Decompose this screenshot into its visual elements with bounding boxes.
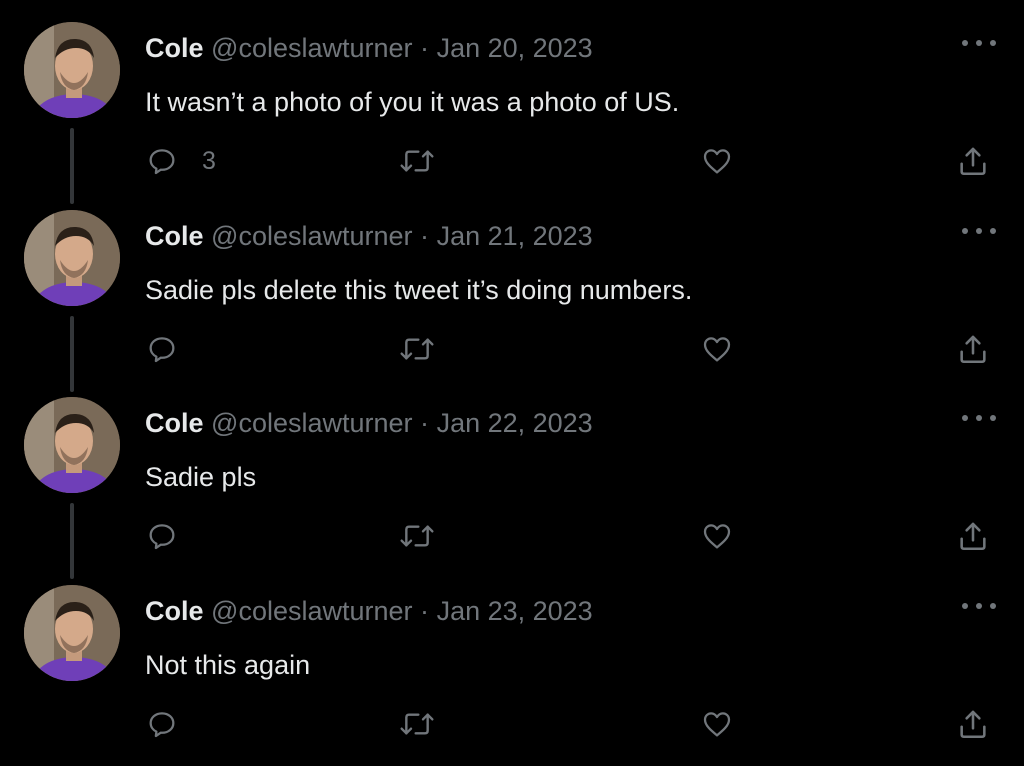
retweet-icon [400, 713, 434, 735]
share-icon [960, 335, 986, 364]
more-icon[interactable] [962, 36, 996, 50]
tweet[interactable]: Cole @coleslawturner · Jan 21, 2023 Sadi… [0, 188, 1024, 392]
header-separator: · [420, 221, 430, 251]
tweet-header: Cole @coleslawturner · Jan 21, 2023 [145, 216, 593, 256]
header-separator: · [420, 33, 430, 63]
tweet-text: It wasn’t a photo of you it was a photo … [145, 87, 680, 117]
reply-icon [149, 149, 175, 175]
tweet-header: Cole @coleslawturner · Jan 22, 2023 [145, 403, 593, 443]
author-name[interactable]: Cole [145, 33, 204, 63]
author-name[interactable]: Cole [145, 408, 204, 438]
header-separator: · [420, 408, 430, 438]
retweet-icon [400, 338, 434, 360]
tweet-actions [0, 515, 1024, 557]
tweet[interactable]: Cole @coleslawturner · Jan 22, 2023 Sadi… [0, 375, 1024, 579]
more-icon[interactable] [962, 599, 996, 613]
tweet[interactable]: Cole @coleslawturner · Jan 23, 2023 Not … [0, 563, 1024, 750]
share-icon [960, 710, 986, 739]
reply-icon [149, 712, 175, 738]
retweet-button[interactable] [398, 703, 436, 745]
reply-button[interactable] [146, 703, 202, 745]
tweet-text: Sadie pls [145, 462, 257, 492]
tweet-thread: Cole @coleslawturner · Jan 20, 2023 It w… [0, 0, 1024, 766]
heart-icon [703, 712, 731, 737]
tweet-date[interactable]: Jan 22, 2023 [437, 408, 593, 438]
tweet[interactable]: Cole @coleslawturner · Jan 20, 2023 It w… [0, 0, 1024, 204]
author-handle[interactable]: @coleslawturner [211, 596, 413, 626]
like-button[interactable] [700, 703, 734, 745]
tweet-text: Sadie pls delete this tweet it’s doing n… [145, 275, 693, 305]
reply-button[interactable] [146, 515, 202, 557]
heart-icon [703, 524, 731, 549]
author-handle[interactable]: @coleslawturner [211, 408, 413, 438]
reply-count: 3 [202, 146, 216, 175]
tweet-actions [0, 703, 1024, 745]
retweet-icon [400, 525, 434, 547]
share-button[interactable] [956, 515, 990, 557]
reply-button[interactable] [146, 328, 202, 370]
reply-button[interactable]: 3 [146, 140, 216, 182]
like-button[interactable] [700, 140, 734, 182]
author-handle[interactable]: @coleslawturner [211, 221, 413, 251]
tweet-actions: 3 [0, 140, 1024, 182]
avatar[interactable] [24, 22, 120, 118]
like-button[interactable] [700, 515, 734, 557]
retweet-button[interactable] [398, 515, 436, 557]
retweet-button[interactable] [398, 328, 436, 370]
author-handle[interactable]: @coleslawturner [211, 33, 413, 63]
author-name[interactable]: Cole [145, 596, 204, 626]
avatar[interactable] [24, 397, 120, 493]
share-icon [960, 522, 986, 551]
share-button[interactable] [956, 328, 990, 370]
retweet-icon [400, 150, 434, 172]
tweet-header: Cole @coleslawturner · Jan 20, 2023 [145, 28, 593, 68]
like-button[interactable] [700, 328, 734, 370]
tweet-date[interactable]: Jan 23, 2023 [437, 596, 593, 626]
reply-icon [149, 337, 175, 363]
tweet-date[interactable]: Jan 20, 2023 [437, 33, 593, 63]
heart-icon [703, 149, 731, 174]
more-icon[interactable] [962, 224, 996, 238]
tweet-actions [0, 328, 1024, 370]
reply-icon [149, 524, 175, 550]
share-icon [960, 147, 986, 176]
tweet-text: Not this again [145, 650, 311, 680]
tweet-header: Cole @coleslawturner · Jan 23, 2023 [145, 591, 593, 631]
tweet-date[interactable]: Jan 21, 2023 [437, 221, 593, 251]
author-name[interactable]: Cole [145, 221, 204, 251]
share-button[interactable] [956, 703, 990, 745]
heart-icon [703, 337, 731, 362]
retweet-button[interactable] [398, 140, 436, 182]
avatar[interactable] [24, 210, 120, 306]
header-separator: · [420, 596, 430, 626]
avatar[interactable] [24, 585, 120, 681]
share-button[interactable] [956, 140, 990, 182]
more-icon[interactable] [962, 411, 996, 425]
